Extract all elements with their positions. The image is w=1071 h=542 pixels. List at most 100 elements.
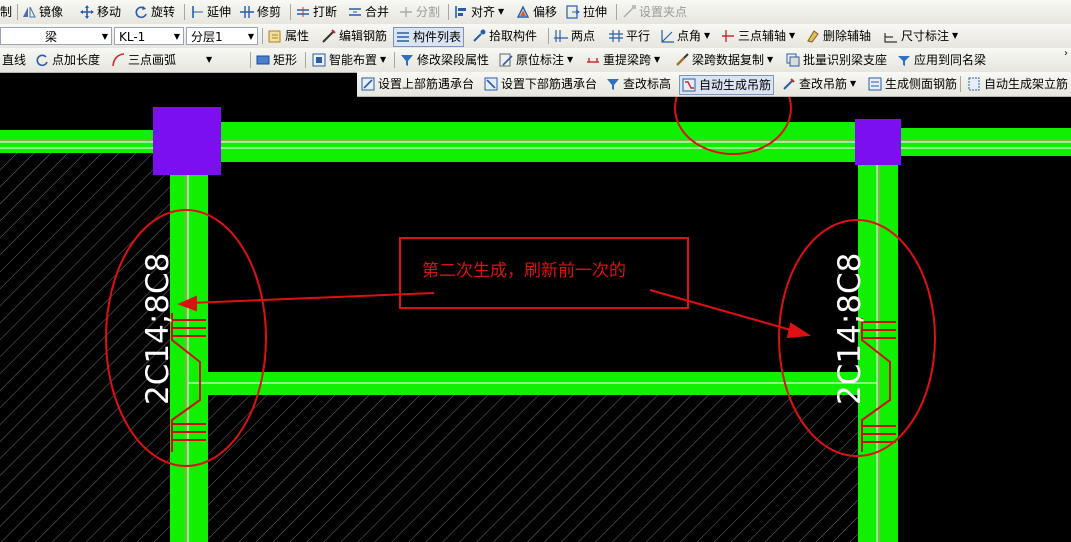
separator bbox=[448, 4, 449, 20]
parallel-label: 平行 bbox=[626, 29, 651, 43]
point-angle-dropdown[interactable]: 点角 ▼ bbox=[660, 27, 710, 45]
column-right[interactable] bbox=[855, 119, 901, 165]
span-data-copy-label: 梁跨数据复制 bbox=[692, 53, 765, 67]
line-button[interactable]: 直线 bbox=[2, 51, 26, 69]
trim-button[interactable]: 修剪 bbox=[240, 3, 281, 21]
separator bbox=[290, 4, 291, 20]
break-icon bbox=[296, 5, 310, 19]
rotate-button[interactable]: 旋转 bbox=[134, 3, 175, 21]
overflow-chevron-icon[interactable]: › bbox=[1064, 48, 1068, 59]
delete-axis-button[interactable]: 删除辅轴 bbox=[806, 27, 871, 45]
properties-label: 属性 bbox=[285, 29, 310, 43]
rebar-label-left: 2C14;8C8 bbox=[140, 253, 176, 405]
category-select[interactable]: 梁 ▼ bbox=[0, 27, 112, 45]
set-pinch-point-button[interactable]: 设置夹点 bbox=[622, 3, 687, 21]
three-point-arc-dropdown[interactable]: 三点画弧 ▼ bbox=[111, 51, 212, 69]
set-bottom-rebar-cap-label: 设置下部筋遇承台 bbox=[501, 77, 598, 91]
toolbar-beam-tools: 设置上部筋遇承台 设置下部筋遇承台 查改标高 自动生成吊筋 查改吊筋 ▼ 生成侧面… bbox=[357, 72, 1071, 97]
apply-same-name-label: 应用到同名梁 bbox=[914, 53, 987, 67]
set-top-rebar-cap-button[interactable]: 设置上部筋遇承台 bbox=[361, 75, 474, 93]
offset-button[interactable]: 偏移 bbox=[516, 3, 557, 21]
chevron-down-icon: ▼ bbox=[654, 55, 661, 64]
dimension-label: 尺寸标注 bbox=[901, 29, 950, 43]
set-bottom-rebar-cap-button[interactable]: 设置下部筋遇承台 bbox=[484, 75, 597, 93]
slab-hatch-bottom bbox=[207, 395, 859, 542]
re-extract-span-icon bbox=[586, 53, 600, 67]
component-list-button[interactable]: 构件列表 bbox=[393, 27, 465, 47]
two-points-label: 两点 bbox=[571, 29, 596, 43]
pinch-point-icon bbox=[622, 5, 636, 19]
offset-icon bbox=[516, 5, 530, 19]
drawing-canvas[interactable]: 2C14;8C8 2C14;8C8 第二次生成，刷新前一次的 bbox=[0, 97, 1071, 542]
align-dropdown[interactable]: 对齐 ▼ bbox=[454, 3, 504, 21]
properties-button[interactable]: 属性 bbox=[268, 27, 309, 45]
split-icon bbox=[399, 5, 413, 19]
move-icon bbox=[80, 5, 94, 19]
separator bbox=[548, 28, 549, 44]
bottom-rebar-cap-icon bbox=[484, 77, 498, 91]
modify-segment-props-label: 修改梁段属性 bbox=[417, 53, 490, 67]
stretch-label: 拉伸 bbox=[583, 5, 608, 19]
stretch-button[interactable]: 拉伸 bbox=[566, 3, 607, 21]
check-elevation-button[interactable]: 查改标高 bbox=[606, 75, 671, 93]
point-length-icon bbox=[35, 53, 49, 67]
check-elevation-label: 查改标高 bbox=[623, 77, 672, 91]
three-point-axis-dropdown[interactable]: 三点辅轴 ▼ bbox=[721, 27, 795, 45]
dimension-dropdown[interactable]: 尺寸标注 ▼ bbox=[884, 27, 958, 45]
batch-identify-support-button[interactable]: 批量识别梁支座 bbox=[786, 51, 887, 69]
batch-identify-support-label: 批量识别梁支座 bbox=[803, 53, 888, 67]
move-button[interactable]: 移动 bbox=[80, 3, 121, 21]
copy-button[interactable]: 制 bbox=[0, 3, 12, 21]
list-icon bbox=[396, 30, 410, 44]
point-length-label: 点加长度 bbox=[52, 53, 101, 67]
line-label: 直线 bbox=[2, 53, 27, 67]
rotate-label: 旋转 bbox=[151, 5, 176, 19]
separator bbox=[184, 4, 185, 20]
toolbar-draw: 直线 点加长度 三点画弧 ▼ 矩形 智能布置 ▼ 修改梁段属性 原位标注 ▼ 重提梁跨… bbox=[0, 48, 1071, 73]
merge-button[interactable]: 合并 bbox=[348, 3, 389, 21]
extend-button[interactable]: 延伸 bbox=[190, 3, 231, 21]
edit-rebar-icon bbox=[322, 29, 336, 43]
column-left[interactable] bbox=[153, 107, 221, 175]
chevron-down-icon: ▼ bbox=[206, 55, 213, 64]
two-points-button[interactable]: 两点 bbox=[554, 27, 595, 45]
apply-same-name-icon bbox=[897, 53, 911, 67]
check-hanger-icon bbox=[782, 77, 796, 91]
rectangle-button[interactable]: 矩形 bbox=[256, 51, 297, 69]
funnel-icon bbox=[606, 77, 620, 91]
chevron-down-icon: ▼ bbox=[498, 7, 505, 16]
component-select-value: KL-1 bbox=[119, 30, 146, 44]
extend-icon bbox=[190, 5, 204, 19]
auto-hanger-button[interactable]: 自动生成吊筋 bbox=[679, 75, 775, 95]
extend-label: 延伸 bbox=[207, 5, 232, 19]
properties-icon bbox=[268, 29, 282, 43]
re-extract-span-dropdown[interactable]: 重提梁跨 ▼ bbox=[586, 51, 660, 69]
modify-segment-props-button[interactable]: 修改梁段属性 bbox=[400, 51, 489, 69]
layer-select[interactable]: 分层1 ▼ bbox=[186, 27, 258, 45]
trim-label: 修剪 bbox=[257, 5, 282, 19]
split-button[interactable]: 分割 bbox=[399, 3, 440, 21]
edit-rebar-button[interactable]: 编辑钢筋 bbox=[322, 27, 387, 45]
side-rebar-button[interactable]: 生成侧面钢筋 bbox=[868, 75, 957, 93]
apply-same-name-button[interactable]: 应用到同名梁 bbox=[897, 51, 986, 69]
pick-component-button[interactable]: 拾取构件 bbox=[472, 27, 537, 45]
break-button[interactable]: 打断 bbox=[296, 3, 337, 21]
separator bbox=[17, 4, 18, 20]
auto-stirrup-button[interactable]: 自动生成架立筋 bbox=[967, 75, 1068, 93]
parallel-button[interactable]: 平行 bbox=[609, 27, 650, 45]
span-data-copy-dropdown[interactable]: 梁跨数据复制 ▼ bbox=[675, 51, 773, 69]
auto-hanger-label: 自动生成吊筋 bbox=[699, 78, 772, 92]
check-hanger-dropdown[interactable]: 查改吊筋 ▼ bbox=[782, 75, 856, 93]
mirror-button[interactable]: 镜像 bbox=[22, 3, 63, 21]
inplace-label-dropdown[interactable]: 原位标注 ▼ bbox=[499, 51, 573, 69]
parallel-icon bbox=[609, 29, 623, 43]
copy-label: 制 bbox=[0, 5, 13, 19]
smart-layout-dropdown[interactable]: 智能布置 ▼ bbox=[312, 51, 386, 69]
point-length-button[interactable]: 点加长度 bbox=[35, 51, 100, 69]
component-select[interactable]: KL-1 ▼ bbox=[114, 27, 184, 45]
rectangle-icon bbox=[256, 53, 270, 67]
auto-stirrup-label: 自动生成架立筋 bbox=[984, 77, 1069, 91]
chevron-down-icon: ▼ bbox=[789, 31, 796, 40]
rectangle-label: 矩形 bbox=[273, 53, 298, 67]
separator bbox=[250, 52, 251, 68]
